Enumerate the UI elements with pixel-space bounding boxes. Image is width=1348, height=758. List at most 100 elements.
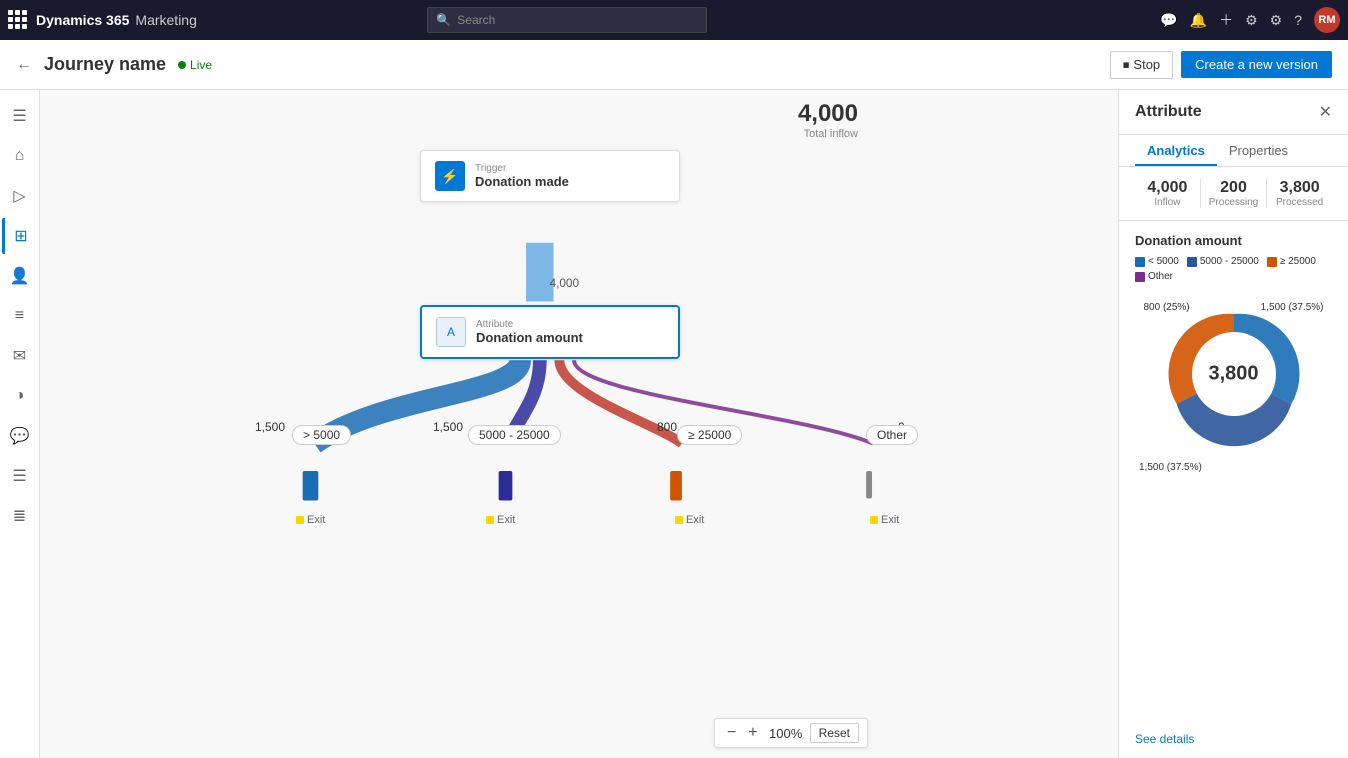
sidebar-item-lines[interactable]: ≣ [2,498,38,534]
attribute-node-name: Donation amount [476,330,583,345]
trigger-icon: ⚡ [435,161,465,191]
legend-color-5000-25000 [1187,257,1197,267]
legend-color-lt5000 [1135,257,1145,267]
sidebar-item-menu[interactable]: ☰ [2,98,38,134]
metric-processing: 200 Processing [1201,179,1267,208]
donut-center-label: 3,800 [1208,363,1258,386]
legend-label-other: Other [1148,271,1173,282]
panel-header: Attribute ✕ [1119,90,1348,135]
legend-item-5000-25000: 5000 - 25000 [1187,256,1259,267]
exit-label-2: Exit [486,514,515,526]
zoom-controls: − + 100% Reset [714,718,868,748]
zoom-decrease-button[interactable]: − [723,724,740,742]
legend-label-gte25000: ≥ 25000 [1280,256,1316,267]
metric-processing-value: 200 [1209,179,1258,197]
exit-node-4: Exit [870,514,899,526]
metric-processed: 3,800 Processed [1267,179,1332,208]
app-grid-icon[interactable] [8,10,28,30]
zoom-increase-button[interactable]: + [744,724,761,742]
tab-analytics[interactable]: Analytics [1135,135,1217,166]
sidebar-item-play[interactable]: ▷ [2,178,38,214]
back-button[interactable]: ← [16,56,32,74]
module-name: Marketing [135,12,196,28]
panel-title: Attribute [1135,103,1202,121]
donation-section-title: Donation amount [1135,233,1332,248]
legend-item-other: Other [1135,271,1173,282]
donut-label-800: 800 (25%) [1144,302,1190,313]
branch-count-2: 1,500 [433,420,463,434]
total-inflow-label: Total inflow [798,128,858,140]
panel-tabs: Analytics Properties [1119,135,1348,167]
metric-processed-label: Processed [1275,197,1324,208]
search-input[interactable] [457,13,698,27]
brand-logo: Dynamics 365 Marketing [36,12,197,28]
sidebar-item-chat[interactable]: 💬 [2,418,38,454]
bell-icon[interactable]: 🔔 [1190,12,1207,29]
branch-label-3[interactable]: ≥ 25000 [677,425,742,445]
legend-label-5000-25000: 5000 - 25000 [1200,256,1259,267]
sidebar-item-grid[interactable]: ⊞ [2,218,38,254]
stop-button[interactable]: ⏹ Stop [1110,51,1173,79]
legend-color-other [1135,272,1145,282]
sidebar-item-person[interactable]: 👤 [2,258,38,294]
exit-square-1 [296,516,304,524]
legend-color-gte25000 [1267,257,1277,267]
journey-title: Journey name [44,54,166,75]
exit-node-1: Exit [296,514,325,526]
search-icon: 🔍 [436,13,451,27]
canvas-area: 4,000 Total inflow 4,000 [40,90,1118,758]
top-nav-icons: 💬 🔔 ＋ ⚙ ⚙ ? RM [1160,7,1340,33]
branch-label-1[interactable]: > 5000 [292,425,351,445]
stop-icon: ⏹ [1123,57,1130,73]
zoom-reset-button[interactable]: Reset [810,723,859,743]
sidebar-item-circle[interactable]: ◑ [2,378,38,414]
exit-text-4: Exit [881,514,899,526]
search-bar[interactable]: 🔍 [427,7,707,33]
attribute-type-label: Attribute [476,319,583,330]
live-status-badge: Live [178,58,212,72]
trigger-type-label: Trigger [475,163,569,174]
sidebar-item-table[interactable]: ☰ [2,458,38,494]
sidebar-item-list[interactable]: ≡ [2,298,38,334]
user-avatar[interactable]: RM [1314,7,1340,33]
total-inflow-count: 4,000 [798,100,858,128]
exit-label-4: Exit [870,514,899,526]
settings-icon[interactable]: ⚙ [1270,12,1283,29]
close-panel-button[interactable]: ✕ [1319,102,1332,122]
exit-node-3: Exit [675,514,704,526]
see-details-link[interactable]: See details [1119,732,1348,758]
brand-name: Dynamics 365 [36,12,129,28]
attribute-node[interactable]: A Attribute Donation amount [420,305,680,359]
main-layout: ☰ ⌂ ▷ ⊞ 👤 ≡ ✉ ◑ 💬 ☰ ≣ 4,000 Total inflow… [0,90,1348,758]
donut-label-1500-bot: 1,500 (37.5%) [1135,462,1332,473]
exit-text-3: Exit [686,514,704,526]
legend-item-lt5000: < 5000 [1135,256,1179,267]
sub-header-actions: ⏹ Stop Create a new version [1110,51,1332,79]
sidebar-item-home[interactable]: ⌂ [2,138,38,174]
chat-icon[interactable]: 💬 [1160,12,1177,29]
exit-square-4 [870,516,878,524]
help-icon[interactable]: ? [1294,12,1302,28]
branch-label-other[interactable]: Other [866,425,918,445]
create-version-button[interactable]: Create a new version [1181,51,1332,78]
donation-section: Donation amount < 5000 5000 - 25000 ≥ 25… [1119,221,1348,732]
branch-label-2[interactable]: 5000 - 25000 [468,425,561,445]
tab-properties[interactable]: Properties [1217,135,1300,166]
exit-square-2 [486,516,494,524]
trigger-node[interactable]: ⚡ Trigger Donation made [420,150,680,202]
live-label: Live [190,58,212,72]
filter-icon[interactable]: ⚙ [1245,12,1258,29]
live-dot [178,61,186,69]
branch-count-3: 800 [657,420,677,434]
right-panel: Attribute ✕ Analytics Properties 4,000 I… [1118,90,1348,758]
metric-inflow-value: 4,000 [1143,179,1192,197]
chart-legend: < 5000 5000 - 25000 ≥ 25000 Other [1135,256,1332,282]
plus-icon[interactable]: ＋ [1219,10,1233,30]
exit-node-2: Exit [486,514,515,526]
sidebar-item-mail[interactable]: ✉ [2,338,38,374]
donut-center-value: 3,800 [1208,363,1258,386]
exit-label-3: Exit [675,514,704,526]
exit-square-3 [675,516,683,524]
donut-chart: 3,800 800 (25%) 1,500 (37.5%) [1154,294,1314,454]
trigger-node-name: Donation made [475,174,569,189]
